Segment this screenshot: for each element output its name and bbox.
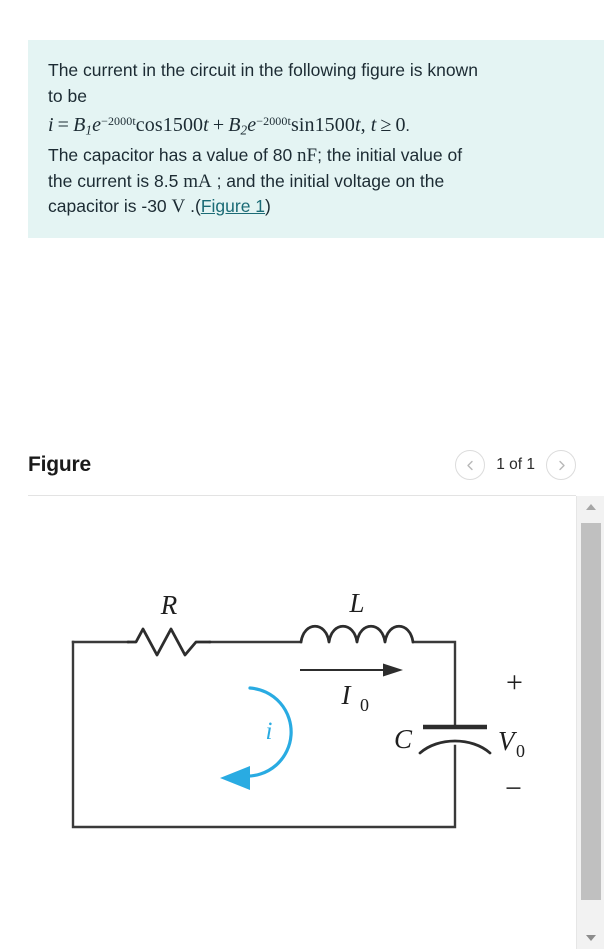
eq-e1: e (92, 114, 102, 137)
eq-exp1: −2000t (101, 114, 136, 128)
question-line-1: The current in the circuit in the follow… (48, 60, 478, 80)
eq-sin: sin1500 (290, 114, 355, 137)
resistor-symbol (126, 627, 212, 657)
pager-label: 1 of 1 (496, 456, 535, 473)
eq-comma: , (360, 114, 366, 137)
next-figure-button[interactable] (546, 450, 576, 480)
current-reference-arrow (300, 663, 403, 677)
chevron-left-icon (464, 459, 477, 472)
eq-period: . (405, 118, 410, 136)
voltage-sublabel: 0 (516, 741, 525, 761)
line4-a: The capacitor has a value of 80 (48, 145, 298, 166)
eq-t: t (370, 114, 377, 137)
eq-e2: e (247, 114, 257, 137)
triangle-up-icon (585, 503, 597, 511)
current-arrow-sublabel: 0 (360, 695, 369, 715)
scroll-down-button[interactable] (577, 927, 604, 949)
resistor-label: R (160, 590, 178, 620)
question-line-5: the current is 8.5 mA ; and the initial … (48, 169, 584, 195)
plus-sign-label: + (506, 666, 523, 699)
scroll-up-button[interactable] (577, 496, 604, 518)
line6-a: capacitor is -30 (48, 196, 172, 217)
eq-geq: ≥ (380, 114, 392, 137)
figure-1-link[interactable]: Figure 1 (201, 196, 265, 216)
question-line-2: to be (48, 85, 87, 106)
question-text: The current in the circuit in the follow… (48, 58, 584, 220)
wire-top-right (411, 640, 457, 729)
scrollbar-thumb[interactable] (581, 523, 601, 900)
eq-i: i (48, 114, 54, 137)
line5-b: ; and the initial voltage on the (211, 170, 445, 191)
question-line-4: The capacitor has a value of 80 nF; the … (48, 143, 584, 169)
eq-equals: = (57, 114, 70, 137)
figure-viewport: .wire { stroke:#3a3a3a; stroke-width:2.4… (28, 496, 576, 949)
eq-plus: + (212, 114, 225, 137)
line6-c: ) (265, 196, 271, 217)
eq-cos: cos1500 (135, 114, 204, 137)
line6-unit-V: V (171, 196, 186, 218)
eq-b1: B (73, 114, 86, 137)
line4-unit-nF: nF (297, 145, 318, 167)
line6-b: .( (185, 196, 201, 217)
triangle-down-icon (585, 934, 597, 942)
current-arrow-label: I (341, 680, 353, 710)
line5-a: the current is 8.5 (48, 170, 184, 191)
minus-sign-label: − (505, 772, 522, 805)
eq-exp2: −2000t (256, 114, 291, 128)
figure-scrollbar[interactable] (576, 496, 604, 949)
circuit-diagram: .wire { stroke:#3a3a3a; stroke-width:2.4… (28, 496, 576, 949)
inductor-symbol (299, 625, 415, 644)
loop-current-indicator (220, 686, 293, 790)
previous-figure-button[interactable] (455, 450, 486, 480)
inductor-label: L (348, 588, 364, 618)
voltage-label: V (498, 726, 518, 756)
chevron-right-icon (555, 459, 568, 472)
question-equation: i = B1e−2000tcos1500t + B2e−2000tsin1500t, t ≥… (48, 109, 584, 143)
line5-unit-mA: mA (183, 170, 212, 192)
eq-cos-var: t (203, 114, 209, 137)
question-panel: The current in the circuit in the follow… (28, 40, 604, 238)
question-line-6: capacitor is -30 V .(Figure 1) (48, 194, 584, 220)
eq-b2: B (228, 114, 241, 137)
eq-zero: 0 (395, 114, 406, 137)
loop-current-label: i (266, 718, 273, 745)
figure-pager: 1 of 1 (455, 450, 576, 480)
figure-title: Figure (28, 453, 91, 476)
capacitor-label: C (394, 724, 413, 754)
line4-b: ; the initial value of (317, 145, 463, 166)
figure-header: Figure 1 of 1 (28, 440, 576, 490)
